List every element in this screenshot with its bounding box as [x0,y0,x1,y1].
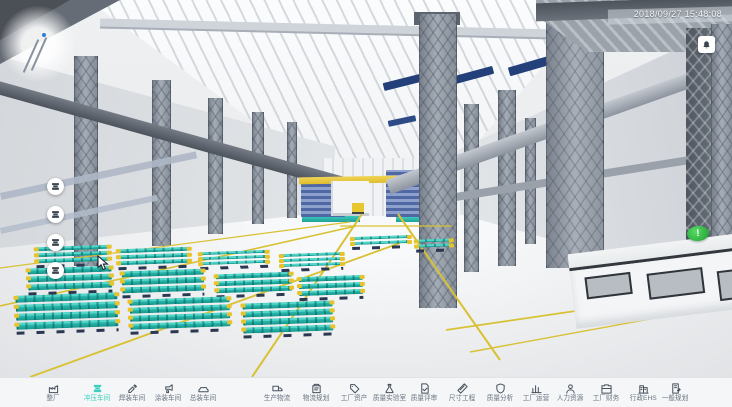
die-stack [216,272,293,299]
welding-icon [127,383,138,394]
paint-icon [163,383,174,394]
toolbar-item-label: 质量评审 [411,395,438,403]
die-stack [129,296,230,334]
press-machine-icon [51,238,60,247]
die-layer [352,240,410,245]
module-toolbar: 整厂冲压车间焊装车间涂装车间总装车间生产物流物流规划工厂资产质量实验室质量评审尺… [0,377,732,407]
chart-icon [531,383,542,394]
lab-icon [384,383,395,394]
die-layer [416,238,452,242]
toolbar-item-label: 质量分析 [487,395,514,403]
enclosure-window [584,272,632,299]
toolbar-item-assembly[interactable]: 总装车间 [179,378,227,407]
toolbar-item-label: 焊装车间 [119,395,146,403]
assembly-icon [198,383,209,394]
toolbar-item-label: 工厂资产 [341,395,368,403]
clipboard-icon [311,383,322,394]
toolbar-item-label: 工厂财务 [593,395,620,403]
notification-bell-button[interactable] [698,36,715,53]
press-machine-icon [51,210,60,219]
briefcase-icon [601,383,612,394]
die-row-marker-button[interactable] [47,178,64,195]
die-row-marker-button[interactable] [47,262,64,279]
toolbar-item-label: 尺寸工程 [449,395,476,403]
die-layer [299,289,363,296]
die-stack [122,269,205,299]
toolbar-item-label: 一般规划 [662,395,689,403]
alert-marker-label: ! [696,228,700,239]
die-stack [281,252,344,272]
toolbar-item-label: 冲压车间 [84,395,111,403]
press-machine-icon [51,266,60,275]
die-stack [15,292,118,335]
asset-icon [349,383,360,394]
die-stack [118,247,191,270]
toolbar-item-label: 物流规划 [303,395,330,403]
toolbar-item-plan[interactable]: 一般规划 [651,378,699,407]
toolbar-item-label: 涂装车间 [155,395,182,403]
ruler-icon [457,383,468,394]
mouse-cursor-icon [97,255,109,271]
shield-icon [495,383,506,394]
enclosure-window [717,265,732,301]
toolbar-item-factory[interactable]: 整厂 [29,378,77,407]
die-stack [416,238,452,252]
factory-icon [48,383,59,394]
die-layer [416,243,452,247]
die-stack [352,235,410,250]
die-stack [200,250,269,270]
die-stack [299,275,364,301]
press-machine-icon [51,238,60,247]
plan-icon [670,383,681,394]
clock-timestamp: 2018/09/27 15:48:08 [0,9,722,19]
factory-digital-twin-app: 2018/09/27 15:48:08 ! 整厂 冲压车间焊装车间 涂装车间总装车间… [0,0,732,407]
die-layer [299,275,363,282]
die-stack [242,300,333,338]
review-icon [419,383,430,394]
die-layer [299,282,363,289]
die-row-marker-button[interactable] [47,206,64,223]
person-icon [565,383,576,394]
die-row-marker-button[interactable] [47,234,64,251]
enclosure-window [646,267,705,300]
toolbar-item-label: 整厂 [46,395,59,403]
toolbar-item-label: 总装车间 [190,395,217,403]
press-machine-icon [51,266,60,275]
die-layer [352,235,410,240]
3d-viewport[interactable]: 2018/09/27 15:48:08 ! [0,0,732,377]
press-icon [92,383,103,394]
bell-icon [702,40,711,50]
toolbar-item-label: 生产物流 [264,395,291,403]
truck-icon [272,383,283,394]
building-icon [638,383,649,394]
press-machine-icon [51,182,60,191]
press-machine-icon [51,210,60,219]
toolbar-item-label: 人力资源 [557,395,584,403]
press-machine-icon [51,182,60,191]
